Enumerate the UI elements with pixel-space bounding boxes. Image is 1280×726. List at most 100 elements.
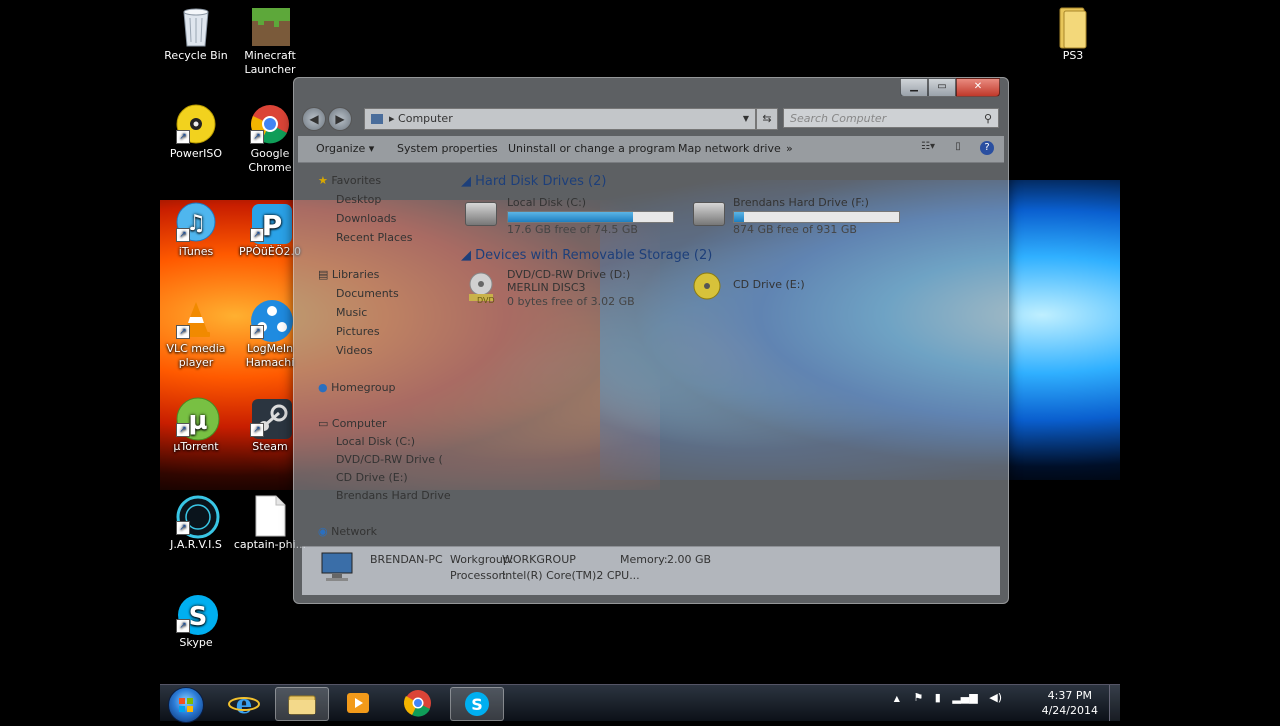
nav-dvd-drive[interactable]: DVD/CD-RW Drive ( bbox=[336, 453, 443, 466]
nav-network[interactable]: ◉ Network bbox=[318, 525, 377, 538]
nav-libraries[interactable]: ▤ Libraries bbox=[318, 268, 379, 281]
clock[interactable]: 4:37 PM 4/24/2014 bbox=[1042, 688, 1098, 718]
breadcrumb-arrow-icon: ▸ bbox=[389, 112, 399, 125]
action-center-flag-icon[interactable]: ⚑ bbox=[913, 691, 923, 704]
back-button[interactable]: ◀ bbox=[302, 107, 326, 131]
taskbar-skype[interactable]: S bbox=[450, 687, 504, 721]
drive-usage-fill bbox=[508, 212, 634, 222]
desktop-icon-ps3-folder[interactable]: PS3 bbox=[1036, 6, 1110, 63]
maximize-button[interactable]: ▭ bbox=[928, 78, 956, 97]
start-button[interactable] bbox=[168, 687, 204, 723]
steam-icon: ↗ bbox=[250, 397, 292, 439]
command-bar: Organize ▾ System properties Uninstall o… bbox=[298, 136, 1004, 163]
nav-computer[interactable]: ▭ Computer bbox=[318, 417, 387, 430]
network-signal-icon[interactable]: ▂▄▆ bbox=[952, 691, 977, 704]
desktop-icon-utorrent[interactable]: µ ↗ µTorrent bbox=[159, 397, 233, 454]
map-network-drive-button[interactable]: Map network drive bbox=[678, 142, 781, 155]
desktop-icon-vlc[interactable]: ↗ VLC media player bbox=[159, 299, 233, 370]
pptv-icon: P ↗ bbox=[250, 202, 292, 244]
internet-explorer-icon: e bbox=[228, 690, 260, 720]
nav-brendans-hard-drive[interactable]: Brendans Hard Drive bbox=[336, 489, 451, 502]
memory-label: Memory: bbox=[620, 553, 668, 566]
shortcut-arrow-icon: ↗ bbox=[176, 130, 190, 144]
volume-icon[interactable]: ◀) bbox=[989, 691, 1002, 704]
desktop-icon-recycle-bin[interactable]: Recycle Bin bbox=[159, 6, 233, 63]
shortcut-arrow-icon: ↗ bbox=[176, 228, 190, 242]
content-pane: ◢ Hard Disk Drives (2) Local Disk (C:) 1… bbox=[449, 168, 1000, 548]
drive-brendans-hard-drive-f[interactable]: Brendans Hard Drive (F:) 874 GB free of … bbox=[733, 196, 913, 238]
nav-documents[interactable]: Documents bbox=[336, 287, 399, 300]
hard-drive-icon bbox=[693, 202, 725, 226]
view-buttons: ☷▾ ▯ ? bbox=[920, 141, 994, 155]
shortcut-arrow-icon: ↗ bbox=[176, 619, 190, 633]
skype-icon: S ↗ bbox=[176, 593, 218, 635]
desktop-icon-minecraft-launcher[interactable]: Minecraft Launcher bbox=[233, 6, 307, 77]
uninstall-program-button[interactable]: Uninstall or change a program bbox=[508, 142, 675, 155]
desktop-icon-label: Minecraft Launcher bbox=[244, 49, 296, 76]
nav-recent-places[interactable]: Recent Places bbox=[336, 231, 413, 244]
search-placeholder: Search Computer bbox=[790, 112, 887, 125]
desktop-icon-label: µTorrent bbox=[173, 440, 219, 453]
desktop-icon-label: iTunes bbox=[178, 245, 214, 258]
folder-icon bbox=[288, 695, 316, 715]
collapse-icon: ◢ bbox=[461, 174, 476, 189]
clock-date: 4/24/2014 bbox=[1041, 704, 1098, 717]
memory-value: 2.00 GB bbox=[667, 553, 712, 566]
preview-pane-icon[interactable]: ▯ bbox=[950, 141, 966, 155]
organize-button[interactable]: Organize ▾ bbox=[316, 142, 374, 155]
refresh-button[interactable]: ⇆ bbox=[756, 108, 778, 130]
help-icon[interactable]: ? bbox=[980, 141, 994, 155]
search-input[interactable]: Search Computer ⚲ bbox=[783, 108, 999, 128]
nav-local-disk[interactable]: Local Disk (C:) bbox=[336, 435, 415, 448]
desktop-icon-skype[interactable]: S ↗ Skype bbox=[159, 593, 233, 650]
shortcut-arrow-icon: ↗ bbox=[250, 423, 264, 437]
nav-videos[interactable]: Videos bbox=[336, 344, 373, 357]
taskbar-media-player[interactable] bbox=[332, 687, 384, 719]
recycle-bin-icon bbox=[176, 6, 216, 47]
show-desktop-button[interactable] bbox=[1109, 685, 1120, 721]
minimize-button[interactable]: ▁ bbox=[900, 78, 928, 97]
vlc-icon: ↗ bbox=[176, 299, 216, 339]
show-hidden-icons-button[interactable]: ▲ bbox=[894, 694, 900, 703]
shortcut-arrow-icon: ↗ bbox=[250, 325, 264, 339]
clock-time: 4:37 PM bbox=[1047, 689, 1092, 702]
processor-value: Intel(R) Core(TM)2 CPU... bbox=[502, 569, 640, 582]
drive-local-disk-c[interactable]: Local Disk (C:) 17.6 GB free of 74.5 GB bbox=[507, 196, 677, 238]
taskbar-google-chrome[interactable] bbox=[392, 687, 444, 719]
address-bar[interactable]: ▸ Computer ▼ bbox=[364, 108, 756, 130]
chrome-icon bbox=[403, 690, 431, 717]
search-icon: ⚲ bbox=[983, 112, 992, 125]
drive-cd-e[interactable]: CD Drive (E:) bbox=[733, 278, 853, 294]
drive-usage-fill bbox=[734, 212, 744, 222]
nav-desktop[interactable]: Desktop bbox=[336, 193, 381, 206]
media-player-icon bbox=[347, 693, 369, 713]
nav-homegroup[interactable]: ● Homegroup bbox=[318, 381, 396, 394]
minecraft-icon bbox=[250, 6, 290, 46]
forward-button[interactable]: ▶ bbox=[328, 107, 352, 131]
processor-label: Processor: bbox=[450, 569, 507, 582]
nav-music[interactable]: Music bbox=[336, 306, 367, 319]
group-hard-disk-drives[interactable]: ◢ Hard Disk Drives (2) bbox=[461, 174, 606, 189]
close-button[interactable]: ✕ bbox=[956, 78, 1000, 97]
nav-pictures[interactable]: Pictures bbox=[336, 325, 380, 338]
drive-dvd-d[interactable]: DVD/CD-RW Drive (D:) MERLIN DISC3 0 byte… bbox=[507, 268, 707, 312]
navigation-bar: ◀ ▶ ▸ Computer ▼ ⇆ Search Computer ⚲ bbox=[302, 106, 1000, 132]
nav-favorites[interactable]: ★ Favorites bbox=[318, 174, 381, 187]
desktop-icon-label: PowerISO bbox=[169, 147, 223, 160]
desktop-icon-itunes[interactable]: ♫ ↗ iTunes bbox=[159, 202, 233, 259]
nav-downloads[interactable]: Downloads bbox=[336, 212, 396, 225]
more-commands-button[interactable]: » bbox=[786, 142, 793, 155]
explorer-window[interactable]: ▁ ▭ ✕ ◀ ▶ ▸ Computer ▼ ⇆ Search Computer… bbox=[293, 77, 1009, 604]
desktop-icon-poweriso[interactable]: ↗ PowerISO bbox=[159, 104, 233, 161]
change-view-icon[interactable]: ☷▾ bbox=[920, 141, 936, 155]
svg-text:e: e bbox=[236, 690, 253, 719]
system-properties-button[interactable]: System properties bbox=[397, 142, 498, 155]
nav-cd-drive[interactable]: CD Drive (E:) bbox=[336, 471, 408, 484]
chevron-down-icon[interactable]: ▼ bbox=[743, 109, 749, 129]
workgroup-value: WORKGROUP bbox=[502, 553, 576, 566]
power-icon[interactable]: ▮ bbox=[935, 691, 941, 704]
group-removable-storage[interactable]: ◢ Devices with Removable Storage (2) bbox=[461, 248, 712, 263]
taskbar-internet-explorer[interactable]: e bbox=[218, 687, 270, 720]
taskbar-windows-explorer[interactable] bbox=[275, 687, 329, 721]
desktop-icon-jarvis[interactable]: ↗ J.A.R.V.I.S bbox=[159, 495, 233, 552]
